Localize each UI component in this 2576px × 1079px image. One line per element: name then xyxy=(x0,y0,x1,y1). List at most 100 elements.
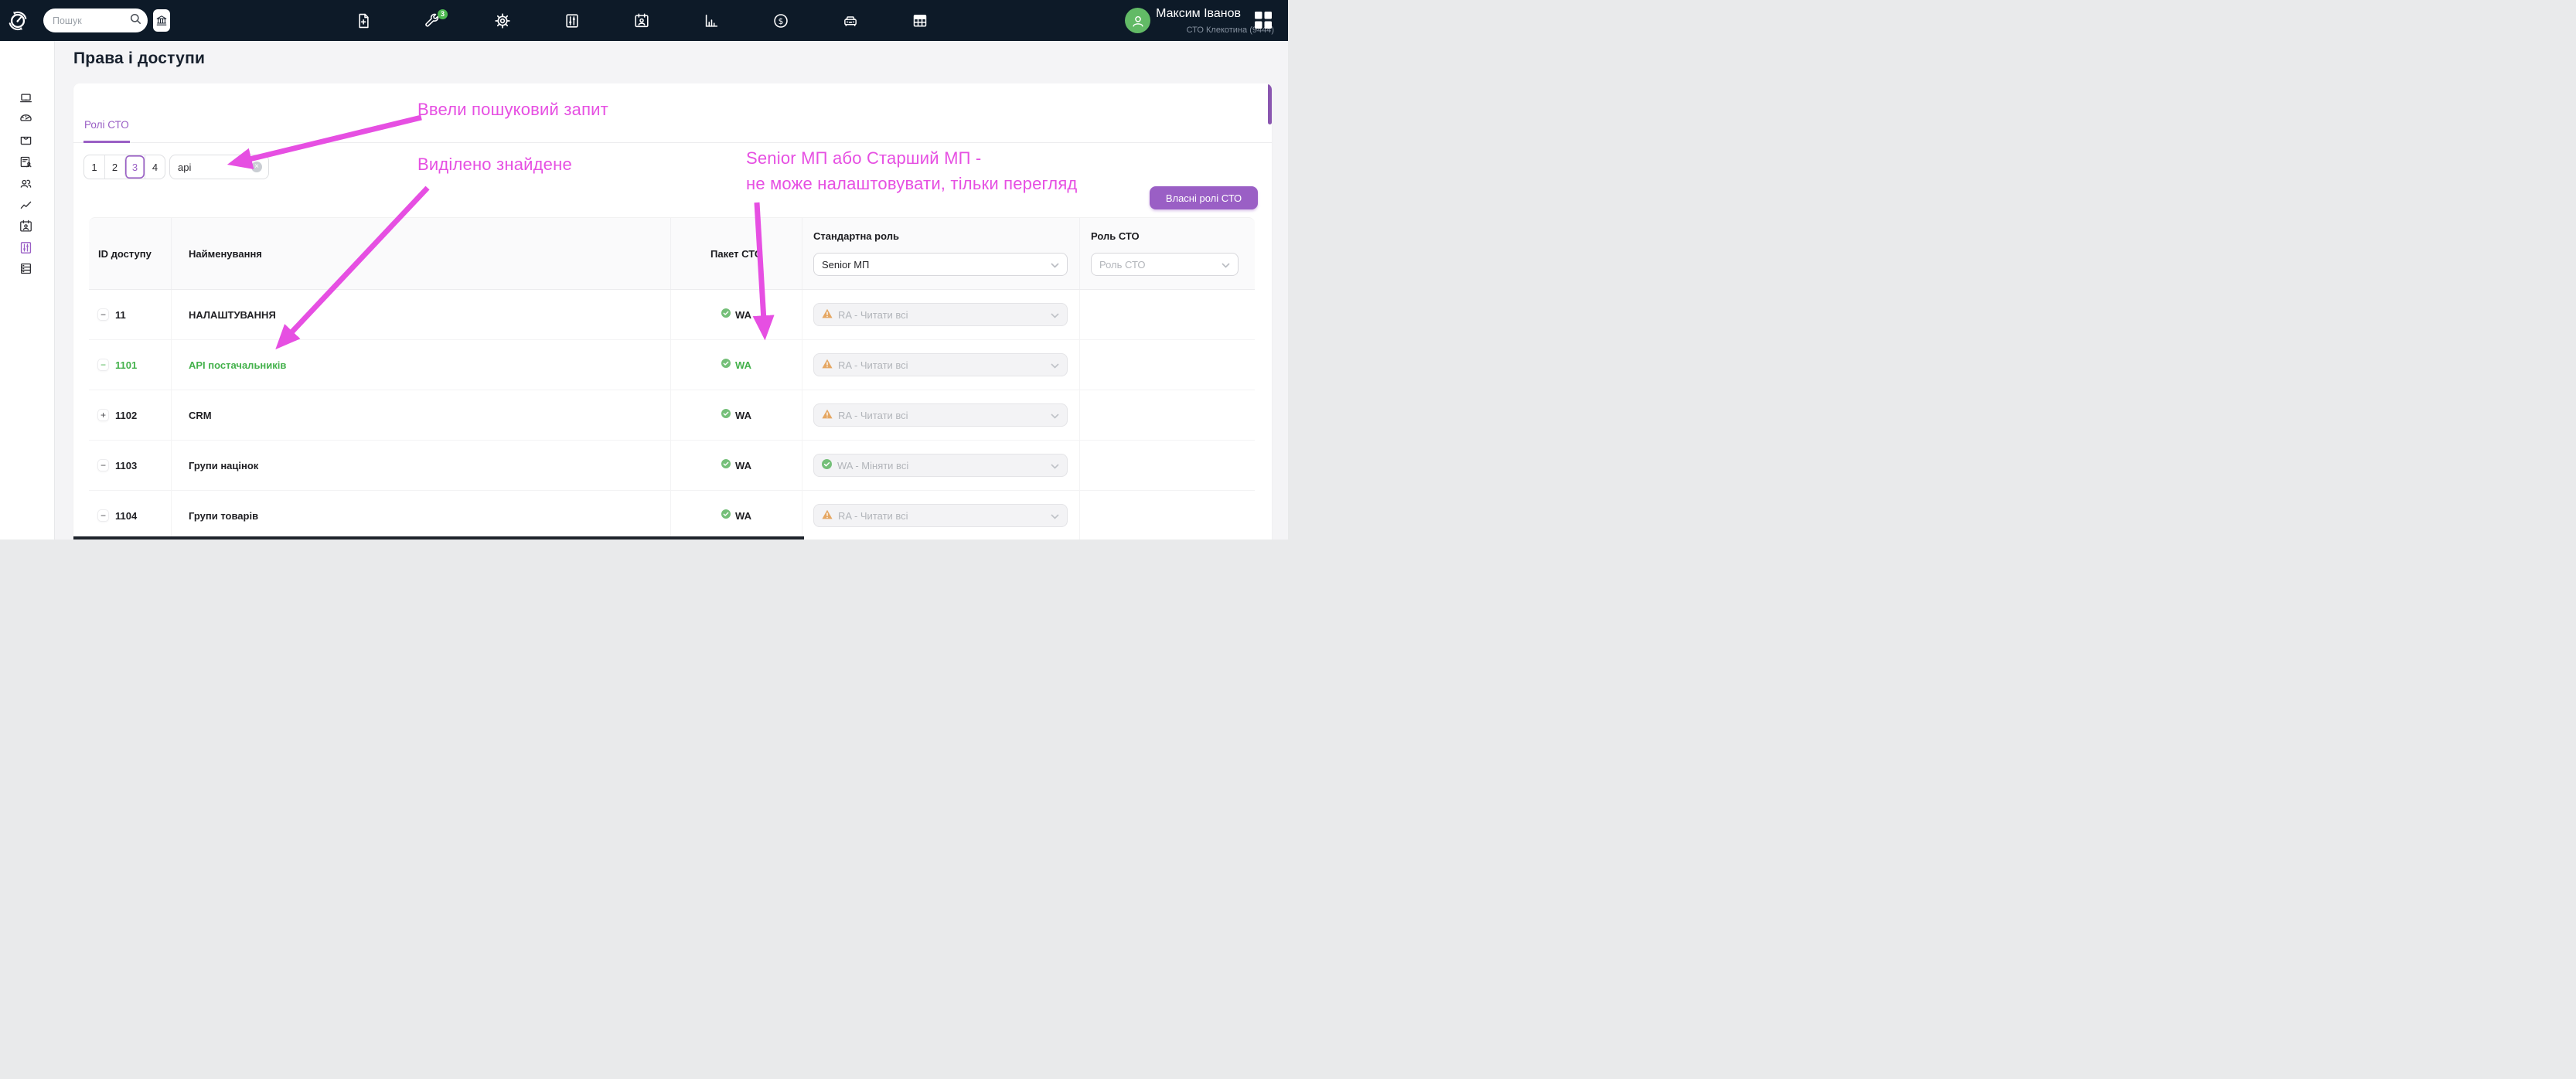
row-role-dropdown[interactable]: RA - Читати всі xyxy=(813,303,1068,326)
car-icon[interactable] xyxy=(842,12,859,29)
navbar-icon-menu: 3 $ xyxy=(355,0,929,41)
sto-role-select[interactable]: Роль СТО xyxy=(1091,253,1239,276)
left-sidebar xyxy=(0,41,55,540)
sidebar-item-calendar[interactable] xyxy=(19,219,33,233)
page-title: Права і доступи xyxy=(73,49,206,67)
row-role-cell: WA - Міняти всі xyxy=(802,441,1080,490)
row-id: 1101 xyxy=(115,359,138,371)
apps-grid-icon[interactable] xyxy=(1255,12,1272,29)
sidebar-item-clients[interactable] xyxy=(19,176,33,191)
sto-role-label: Роль СТО xyxy=(1091,230,1140,242)
bar-chart-icon[interactable] xyxy=(703,12,720,29)
row-name: Групи націнок xyxy=(172,441,671,490)
clear-search-icon[interactable]: × xyxy=(251,162,262,172)
check-circle-icon xyxy=(721,509,731,522)
page-button-1[interactable]: 1 xyxy=(84,155,104,179)
row-id-cell: − 1104 xyxy=(89,491,172,540)
row-role-value: RA - Читати всі xyxy=(838,509,908,522)
role-warning-icon xyxy=(822,359,833,371)
vertical-scrollbar[interactable] xyxy=(1268,83,1272,124)
header-sto-role: Роль СТО Роль СТО xyxy=(1080,218,1255,289)
annotation-senior-line1: Senior МП або Старший МП - xyxy=(746,148,982,168)
sidebar-item-permissions[interactable] xyxy=(19,240,33,255)
table-body: − 11 НАЛАШТУВАННЯ WA RA - Читати всі − 1… xyxy=(89,290,1255,540)
sidebar-item-analytics[interactable] xyxy=(19,198,33,213)
row-id: 1102 xyxy=(115,409,138,421)
document-add-icon[interactable] xyxy=(355,12,372,29)
wrench-badge: 3 xyxy=(438,9,448,19)
row-role-dropdown[interactable]: WA - Міняти всі xyxy=(813,454,1068,477)
row-package: WA xyxy=(735,459,751,471)
annotation-typed-query: Ввели пошуковий запит xyxy=(417,100,608,119)
row-role-value: RA - Читати всі xyxy=(838,308,908,321)
row-id-cell: − 1101 xyxy=(89,340,172,390)
row-role-value: WA - Міняти всі xyxy=(837,459,909,471)
search-icon xyxy=(130,13,141,29)
row-id: 1103 xyxy=(115,459,138,471)
role-warning-icon xyxy=(822,509,833,522)
sidebar-item-dashboard[interactable] xyxy=(19,111,33,126)
wrench-icon[interactable]: 3 xyxy=(424,9,448,29)
row-role-dropdown[interactable]: RA - Читати всі xyxy=(813,403,1068,427)
header-name: Найменування xyxy=(172,218,671,289)
global-search-input[interactable] xyxy=(53,15,130,26)
check-circle-icon xyxy=(721,308,731,322)
role-ok-icon xyxy=(822,459,832,471)
sidebar-item-workstation[interactable] xyxy=(19,91,33,106)
row-expander-button[interactable]: − xyxy=(97,509,109,522)
page-button-3[interactable]: 3 xyxy=(124,155,145,179)
role-warning-icon xyxy=(822,409,833,421)
annotation-senior-role: Senior МП або Старший МП - не може налаш… xyxy=(746,145,1077,196)
row-sto-role-cell xyxy=(1080,441,1255,490)
calendar-person-icon[interactable] xyxy=(633,12,650,29)
chevron-down-icon xyxy=(1051,460,1059,471)
user-avatar[interactable] xyxy=(1125,8,1150,33)
row-expander-button[interactable]: − xyxy=(97,459,109,471)
row-role-cell: RA - Читати всі xyxy=(802,491,1080,540)
row-expander-button[interactable]: + xyxy=(97,409,109,421)
bank-button[interactable] xyxy=(153,9,170,32)
table-row: − 11 НАЛАШТУВАННЯ WA RA - Читати всі xyxy=(89,290,1255,340)
standard-role-select[interactable]: Senior МП xyxy=(813,253,1068,276)
row-role-dropdown[interactable]: RA - Читати всі xyxy=(813,504,1068,527)
row-expander-button[interactable]: − xyxy=(97,359,109,371)
row-sto-role-cell xyxy=(1080,390,1255,440)
sidebar-item-client-card[interactable] xyxy=(19,155,33,169)
table-search-input[interactable] xyxy=(178,161,251,173)
app-root: 3 xyxy=(0,0,1288,540)
permissions-table: ID доступу Найменування Пакет СТО Станда… xyxy=(89,217,1255,540)
row-name: Групи товарів xyxy=(172,491,671,540)
sidebar-item-storage[interactable] xyxy=(19,261,33,276)
page-button-4[interactable]: 4 xyxy=(145,155,165,179)
tab-roles-sto[interactable]: Ролі СТО xyxy=(83,119,130,143)
row-package-cell: WA xyxy=(671,290,802,339)
row-package: WA xyxy=(735,308,751,321)
table-row: + 1102 CRM WA RA - Читати всі xyxy=(89,390,1255,441)
pagination: 1 2 3 4 xyxy=(83,155,165,179)
equalizer-icon[interactable] xyxy=(564,12,581,29)
gear-icon[interactable] xyxy=(494,12,511,29)
standard-role-label: Стандартна роль xyxy=(813,230,899,242)
table-row: − 1104 Групи товарів WA RA - Читати всі xyxy=(89,491,1255,540)
user-name[interactable]: Максим Іванов xyxy=(1156,7,1241,21)
row-package: WA xyxy=(735,409,751,421)
table-search: × xyxy=(169,155,269,179)
header-package: Пакет СТО xyxy=(671,218,802,289)
table-icon[interactable] xyxy=(911,12,929,29)
own-roles-button[interactable]: Власні ролі СТО xyxy=(1150,186,1258,209)
row-expander-button[interactable]: − xyxy=(97,308,109,321)
app-logo-icon[interactable] xyxy=(7,10,29,32)
chevron-down-icon xyxy=(1051,359,1059,371)
row-role-value: RA - Читати всі xyxy=(838,409,908,421)
dollar-icon[interactable]: $ xyxy=(772,12,789,29)
row-name: API постачальників xyxy=(172,340,671,390)
row-role-cell: RA - Читати всі xyxy=(802,340,1080,390)
roles-card: Ролі СТО 1 2 3 4 × Власні ролі СТО ID до… xyxy=(73,83,1272,540)
page-button-2[interactable]: 2 xyxy=(104,155,124,179)
row-role-dropdown[interactable]: RA - Читати всі xyxy=(813,353,1068,376)
table-header: ID доступу Найменування Пакет СТО Станда… xyxy=(89,217,1255,290)
check-circle-icon xyxy=(721,358,731,372)
sidebar-item-inbox[interactable] xyxy=(19,133,33,148)
row-role-cell: RA - Читати всі xyxy=(802,390,1080,440)
row-role-cell: RA - Читати всі xyxy=(802,290,1080,339)
